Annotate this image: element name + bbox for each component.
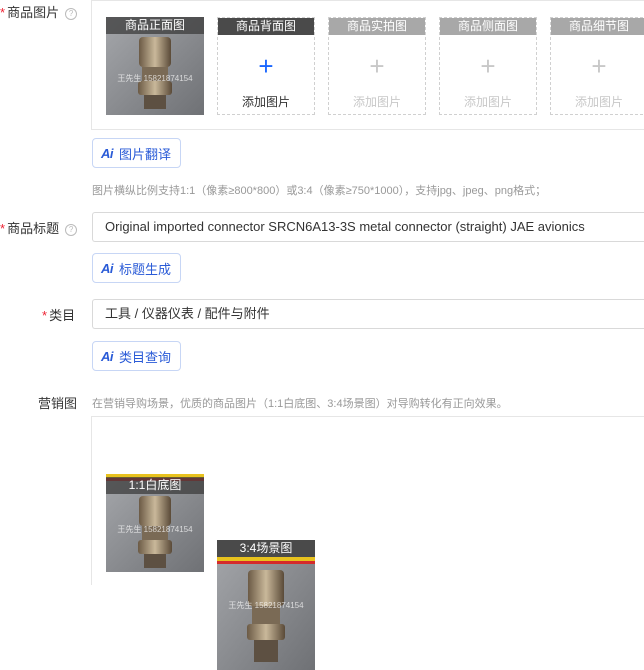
product-images-label: * 商品图片?	[0, 2, 78, 21]
image-slot-title: 商品实拍图	[329, 18, 425, 35]
category-label: * 类目	[42, 308, 76, 323]
title-input[interactable]: Original imported connector SRCN6A13-3S …	[92, 212, 644, 242]
image-slot-front[interactable]: 王先生 15821874154 商品正面图	[106, 17, 204, 115]
image-watermark: 王先生 15821874154	[117, 525, 193, 534]
image-slot-detail[interactable]: 商品细节图 + 添加图片	[550, 17, 644, 115]
marketing-image-title: 1:1白底图	[106, 477, 204, 494]
image-slot-title: 商品正面图	[106, 17, 204, 34]
marketing-image-square[interactable]: 王先生 15821874154 1:1白底图	[106, 474, 204, 572]
image-slot-title: 商品背面图	[218, 18, 314, 35]
category-query-button[interactable]: Ai 类目查询	[92, 341, 182, 371]
marketing-label: 营销图	[38, 396, 78, 411]
ai-icon: Ai	[101, 348, 114, 364]
category-select[interactable]: 工具 / 仪器仪表 / 配件与附件	[92, 299, 644, 329]
ai-icon: Ai	[101, 260, 114, 276]
image-slot-real[interactable]: 商品实拍图 + 添加图片	[328, 17, 426, 115]
title-generate-button[interactable]: Ai 标题生成	[92, 253, 182, 283]
add-image-label: 添加图片	[352, 95, 401, 109]
plus-icon: +	[369, 51, 385, 81]
image-slot-back[interactable]: 商品背面图 + 添加图片	[217, 17, 315, 115]
image-translate-button[interactable]: Ai 图片翻译	[92, 138, 182, 168]
marketing-hint: 在营销导购场景，优质的商品图片（1:1白底图、3:4场景图）对导购转化有正向效果…	[92, 398, 508, 410]
image-slot-title: 商品细节图	[551, 18, 644, 35]
product-images-panel: 王先生 15821874154 商品正面图 商品背面图 + 添加图片 商品实拍图…	[91, 0, 644, 130]
title-label: * 商品标题?	[0, 218, 78, 237]
image-watermark: 王先生 15821874154	[228, 601, 304, 610]
help-icon[interactable]: ?	[65, 224, 78, 236]
image-slot-title: 商品侧面图	[440, 18, 536, 35]
marketing-image-title: 3:4场景图	[217, 540, 315, 557]
image-format-hint: 图片横纵比例支持1:1（像素≥800*800）或3:4（像素≥750*1000）…	[92, 185, 547, 197]
plus-icon: +	[258, 51, 274, 81]
image-watermark: 王先生 15821874154	[117, 74, 193, 83]
add-image-label: 添加图片	[574, 95, 623, 109]
marketing-image-portrait[interactable]: 王先生 15821874154 3:4场景图	[217, 540, 315, 670]
image-slot-side[interactable]: 商品侧面图 + 添加图片	[439, 17, 537, 115]
marketing-images-panel: 王先生 15821874154 1:1白底图 王先生 15821874154 3…	[91, 416, 644, 670]
add-image-label: 添加图片	[241, 95, 290, 109]
help-icon[interactable]: ?	[65, 8, 78, 20]
plus-icon: +	[480, 51, 496, 81]
ai-icon: Ai	[101, 145, 114, 161]
plus-icon: +	[591, 51, 607, 81]
add-image-label: 添加图片	[463, 95, 512, 109]
